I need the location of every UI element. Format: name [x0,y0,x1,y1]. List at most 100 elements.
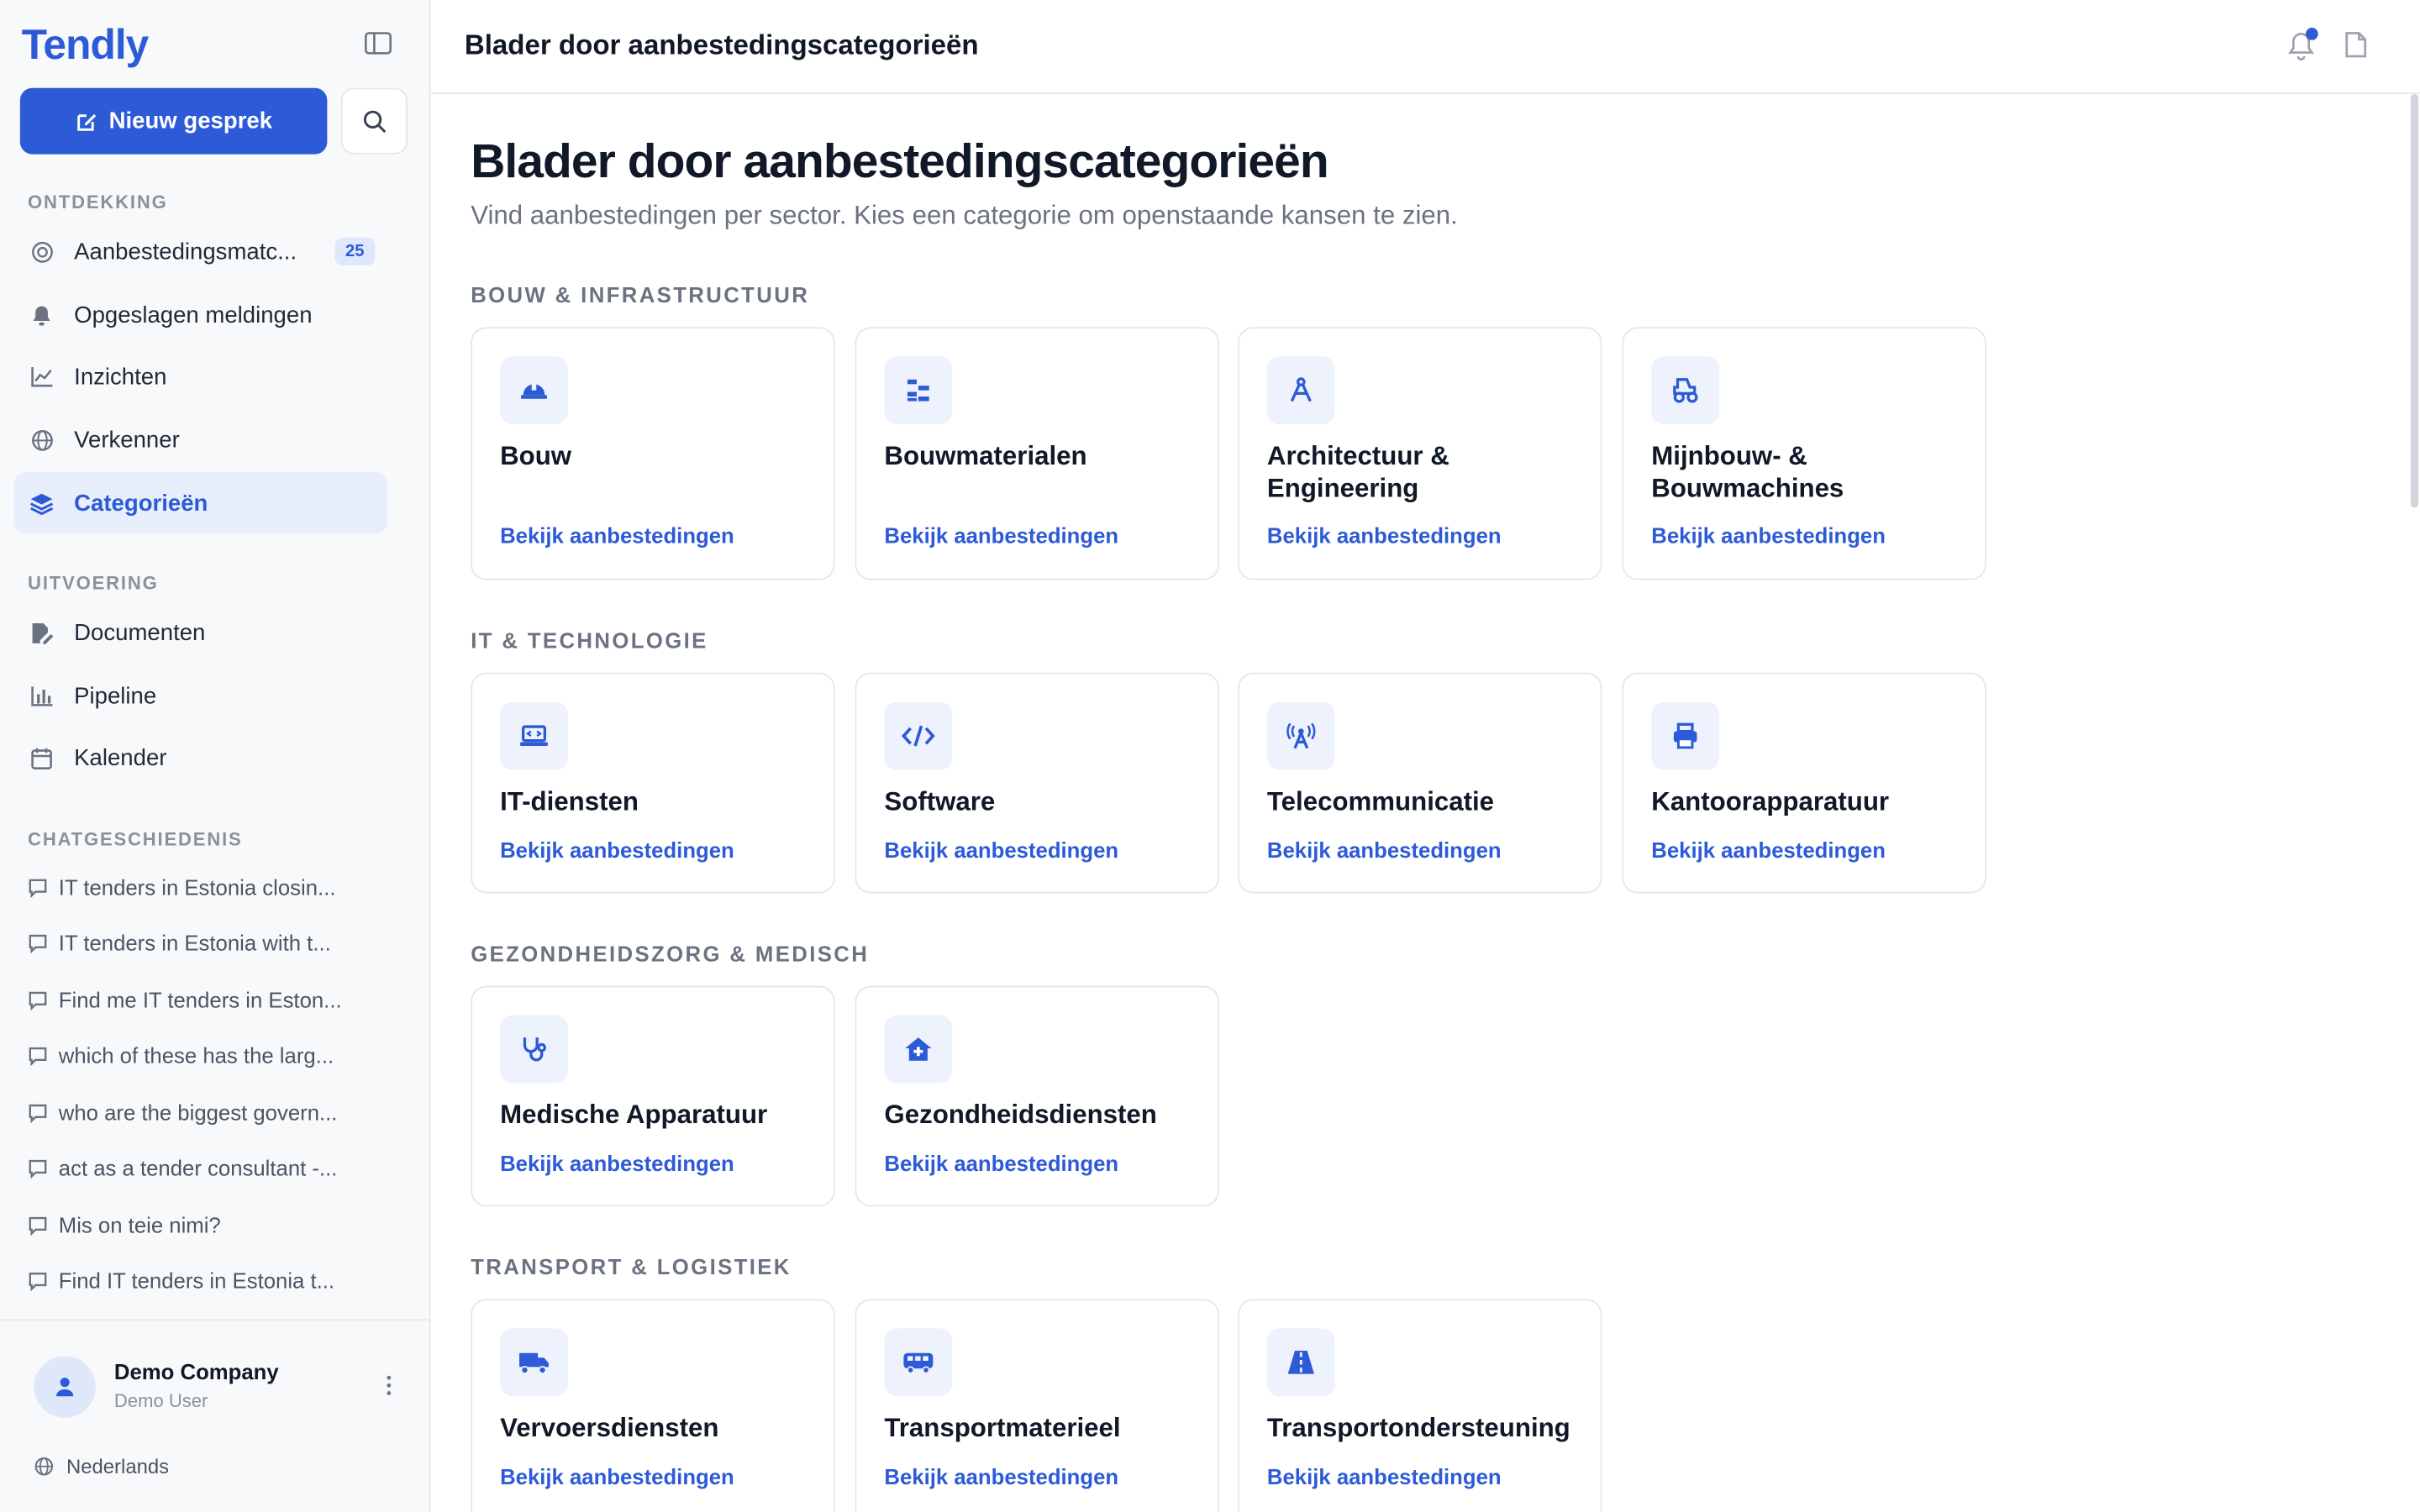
avatar[interactable] [34,1356,96,1418]
layers-icon [29,491,54,515]
document-edit-icon [29,620,54,644]
edit-icon [76,113,96,130]
category-name: Medische Apparatuur [500,1100,768,1130]
category-card-architecture[interactable]: Architectuur & Engineering Bekijk aanbes… [1238,327,1602,580]
chat-history-item[interactable]: who are the biggest govern... [28,1094,382,1131]
view-tenders-link[interactable]: Bekijk aanbestedingen [1267,523,1502,548]
category-card-it-services[interactable]: IT-diensten Bekijk aanbestedingen [471,672,835,894]
category-card-mining-machines[interactable]: Mijnbouw- & Bouwmachines Bekijk aanbeste… [1622,327,1986,580]
view-tenders-link[interactable]: Bekijk aanbestedingen [1651,837,1886,862]
laptop-icon [500,701,568,770]
main-area: Blader door aanbestedingscategorieën Bla… [430,0,2420,1512]
category-card-transport-services[interactable]: Vervoersdiensten Bekijk aanbestedingen [471,1299,835,1512]
category-group-heading: TRANSPORT & LOGISTIEK [471,1254,792,1279]
user-icon [56,1378,74,1397]
chat-history-label: which of these has the larg... [58,1042,334,1068]
category-card-medical-equipment[interactable]: Medische Apparatuur Bekijk aanbestedinge… [471,985,835,1207]
clinic-icon [884,1015,953,1084]
chat-history-item[interactable]: IT tenders in Estonia with t... [28,924,382,961]
view-tenders-link[interactable]: Bekijk aanbestedingen [500,1464,734,1488]
language-label: Nederlands [66,1455,170,1478]
chat-history-item[interactable]: which of these has the larg... [28,1037,382,1074]
language-selector[interactable]: Nederlands [34,1455,169,1478]
chat-bubble-icon [28,990,48,1011]
page-title: Blader door aanbestedingscategorieën [471,134,1328,189]
section-heading-discovery: ONTDEKKING [28,191,168,213]
view-tenders-link[interactable]: Bekijk aanbestedingen [884,523,1118,548]
sidebar-item-categories[interactable]: Categorieën [13,472,388,534]
sidebar-toggle-icon[interactable] [364,31,397,62]
scrollbar[interactable] [2407,94,2420,508]
sidebar-item-label: Kalender [74,744,167,771]
sidebar-item-label: Inzichten [74,363,167,390]
truck-icon [500,1328,568,1397]
category-name: Kantoorapparatuur [1651,786,1890,816]
view-tenders-link[interactable]: Bekijk aanbestedingen [884,1464,1118,1488]
chat-bubble-icon [28,1158,48,1179]
search-button[interactable] [340,87,408,155]
sidebar: Tendly Nieuw gesprek ONTDEKKING Aanbeste… [0,0,431,1512]
sidebar-item-calendar[interactable]: Kalender [14,727,387,788]
new-chat-button[interactable]: Nieuw gesprek [19,87,328,155]
view-tenders-link[interactable]: Bekijk aanbestedingen [884,837,1118,862]
chat-bubble-icon [28,1102,48,1123]
chat-history-label: IT tenders in Estonia closin... [58,874,336,900]
category-card-bouw[interactable]: Bouw Bekijk aanbestedingen [471,327,835,580]
category-card-telecom[interactable]: Telecommunicatie Bekijk aanbestedingen [1238,672,1602,894]
more-vertical-icon[interactable] [386,1374,398,1399]
notification-dot [2306,28,2318,40]
chat-history-item[interactable]: act as a tender consultant -... [28,1149,382,1186]
sidebar-item-documents[interactable]: Documenten [14,601,387,663]
sidebar-item-label: Opgeslagen meldingen [74,302,313,328]
user-name: Demo Company [113,1359,279,1384]
search-icon [362,109,386,133]
category-card-office-equipment[interactable]: Kantoorapparatuur Bekijk aanbestedingen [1622,672,1986,894]
materials-icon [884,356,953,425]
sidebar-item-explorer[interactable]: Verkenner [14,409,387,470]
category-card-transport-support[interactable]: Transportondersteuning Bekijk aanbestedi… [1238,1299,1602,1512]
sidebar-item-insights[interactable]: Inzichten [14,345,387,407]
category-name: Software [884,786,996,816]
category-name: Vervoersdiensten [500,1413,719,1443]
page-subtitle: Vind aanbestedingen per sector. Kies een… [471,200,1458,230]
chat-history-item[interactable]: Find IT tenders in Estonia t... [28,1262,382,1299]
chat-history-item[interactable]: Find me IT tenders in Eston... [28,981,382,1018]
bar-chart-icon [29,684,54,708]
sidebar-item-tender-matches[interactable]: Aanbestedingsmatc... 25 [14,221,387,282]
category-card-transport-equipment[interactable]: Transportmaterieel Bekijk aanbestedingen [855,1299,1219,1512]
view-tenders-link[interactable]: Bekijk aanbestedingen [500,1151,734,1175]
category-card-bouwmaterialen[interactable]: Bouwmaterialen Bekijk aanbestedingen [855,327,1219,580]
view-tenders-link[interactable]: Bekijk aanbestedingen [1267,1464,1502,1488]
category-name: Transportmaterieel [884,1413,1121,1443]
sidebar-item-pipeline[interactable]: Pipeline [14,665,387,727]
section-heading-execution: UITVOERING [28,572,159,595]
view-tenders-link[interactable]: Bekijk aanbestedingen [500,837,734,862]
category-group-heading: GEZONDHEIDSZORG & MEDISCH [471,941,870,966]
chat-history-item[interactable]: Mis on teie nimi? [28,1206,382,1243]
view-tenders-link[interactable]: Bekijk aanbestedingen [1267,837,1502,862]
matches-count-badge: 25 [334,237,376,265]
category-card-software[interactable]: Software Bekijk aanbestedingen [855,672,1219,894]
code-icon [884,701,953,770]
scrollbar-thumb[interactable] [2410,94,2419,508]
category-card-health-services[interactable]: Gezondheidsdiensten Bekijk aanbestedinge… [855,985,1219,1207]
calendar-icon [29,745,54,769]
user-role: Demo User [113,1389,208,1412]
app-logo[interactable]: Tendly [22,22,150,70]
printer-icon [1651,701,1720,770]
view-tenders-link[interactable]: Bekijk aanbestedingen [1651,523,1886,548]
top-bar: Blader door aanbestedingscategorieën [430,0,2420,95]
line-chart-icon [29,364,54,388]
document-icon[interactable] [2344,31,2369,62]
view-tenders-link[interactable]: Bekijk aanbestedingen [500,523,734,548]
tractor-icon [1651,356,1720,425]
road-icon [1266,1328,1335,1397]
chat-bubble-icon [28,1045,48,1066]
category-name: Mijnbouw- & Bouwmachines [1651,441,1844,503]
category-name: Bouwmaterialen [884,441,1087,471]
view-tenders-link[interactable]: Bekijk aanbestedingen [884,1151,1118,1175]
chat-history-label: act as a tender consultant -... [58,1155,338,1181]
bell-icon [29,302,54,327]
chat-history-item[interactable]: IT tenders in Estonia closin... [28,869,382,906]
sidebar-item-saved-alerts[interactable]: Opgeslagen meldingen [14,284,387,345]
